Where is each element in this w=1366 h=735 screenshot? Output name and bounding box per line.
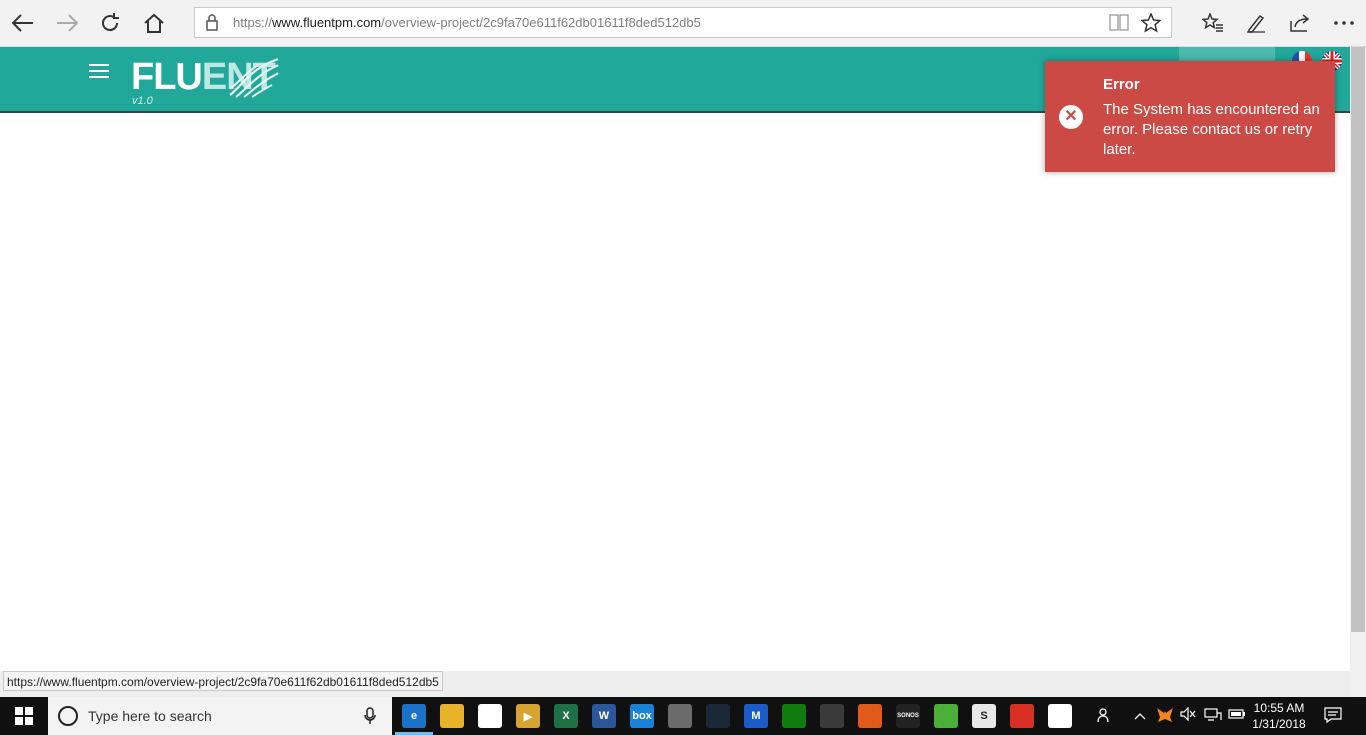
app-version: v1.0 [132,95,153,107]
menu-icon[interactable] [89,64,109,80]
taskbar-search[interactable]: Type here to search [48,697,392,735]
calculator-icon[interactable] [820,704,844,728]
media-player-icon[interactable]: ▶ [516,704,540,728]
edge-icon[interactable]: e [402,704,426,728]
mail-icon[interactable] [1048,704,1072,728]
toast-title: Error [1103,76,1140,93]
error-toast[interactable]: ✕ Error The System has encountered an er… [1045,61,1335,172]
status-url-tooltip: https://www.fluentpm.com/overview-projec… [3,671,443,691]
share-icon[interactable] [1285,8,1315,38]
windows-start-icon[interactable] [0,697,48,735]
microphone-icon[interactable] [364,707,376,725]
word-icon[interactable]: W [592,704,616,728]
box-icon[interactable]: box [630,704,654,728]
gimp-icon[interactable] [668,704,692,728]
lock-icon [205,14,219,36]
windows-taskbar: Type here to search e ▶ X Wbox M SONOS S 10:55… [0,697,1366,735]
excel-icon[interactable]: X [554,704,578,728]
store-icon[interactable] [478,704,502,728]
clock-date: 1/31/2018 [1252,717,1306,731]
forward-icon[interactable] [52,8,82,38]
slack-icon[interactable]: S [972,704,996,728]
toast-message: The System has encountered an error. Ple… [1103,101,1320,158]
green-app-icon[interactable] [934,704,958,728]
volume-muted-icon[interactable] [1180,706,1196,724]
xbox-app-icon[interactable] [782,704,806,728]
reading-view-icon[interactable] [1109,14,1129,36]
clock-time: 10:55 AM [1253,701,1305,715]
notes-icon[interactable] [1241,8,1271,38]
home-icon[interactable] [139,8,169,38]
address-bar[interactable]: https://www.fluentpm.com/overview-projec… [194,7,1172,38]
url-text[interactable]: https://www.fluentpm.com/overview-projec… [233,15,701,30]
chevron-up-icon[interactable] [1134,707,1146,723]
malwarebytes-icon[interactable]: M [744,704,768,728]
refresh-icon[interactable] [95,8,125,38]
scrollbar-thumb[interactable] [1351,47,1365,632]
browser-toolbar: https://www.fluentpm.com/overview-projec… [0,0,1366,47]
metamask-icon[interactable] [1156,707,1174,726]
cortana-icon [58,706,78,726]
taskbar-clock[interactable]: 10:55 AM 1/31/2018 [1248,700,1310,732]
search-placeholder: Type here to search [88,708,212,724]
chrome-icon[interactable] [1010,704,1034,728]
steam-icon[interactable] [706,704,730,728]
battery-icon[interactable] [1228,707,1246,723]
favorites-icon[interactable] [1198,8,1228,38]
origin-icon[interactable] [858,704,882,728]
file-explorer-icon[interactable] [440,704,464,728]
favorite-star-icon[interactable] [1140,12,1162,38]
action-center-icon[interactable] [1324,707,1342,726]
people-icon[interactable] [1097,707,1113,726]
logo-waves-icon [229,58,279,98]
back-icon[interactable] [8,8,38,38]
more-icon[interactable] [1329,8,1359,38]
sonos-icon[interactable]: SONOS [896,704,920,728]
network-icon[interactable] [1204,707,1222,724]
error-icon: ✕ [1059,105,1083,129]
